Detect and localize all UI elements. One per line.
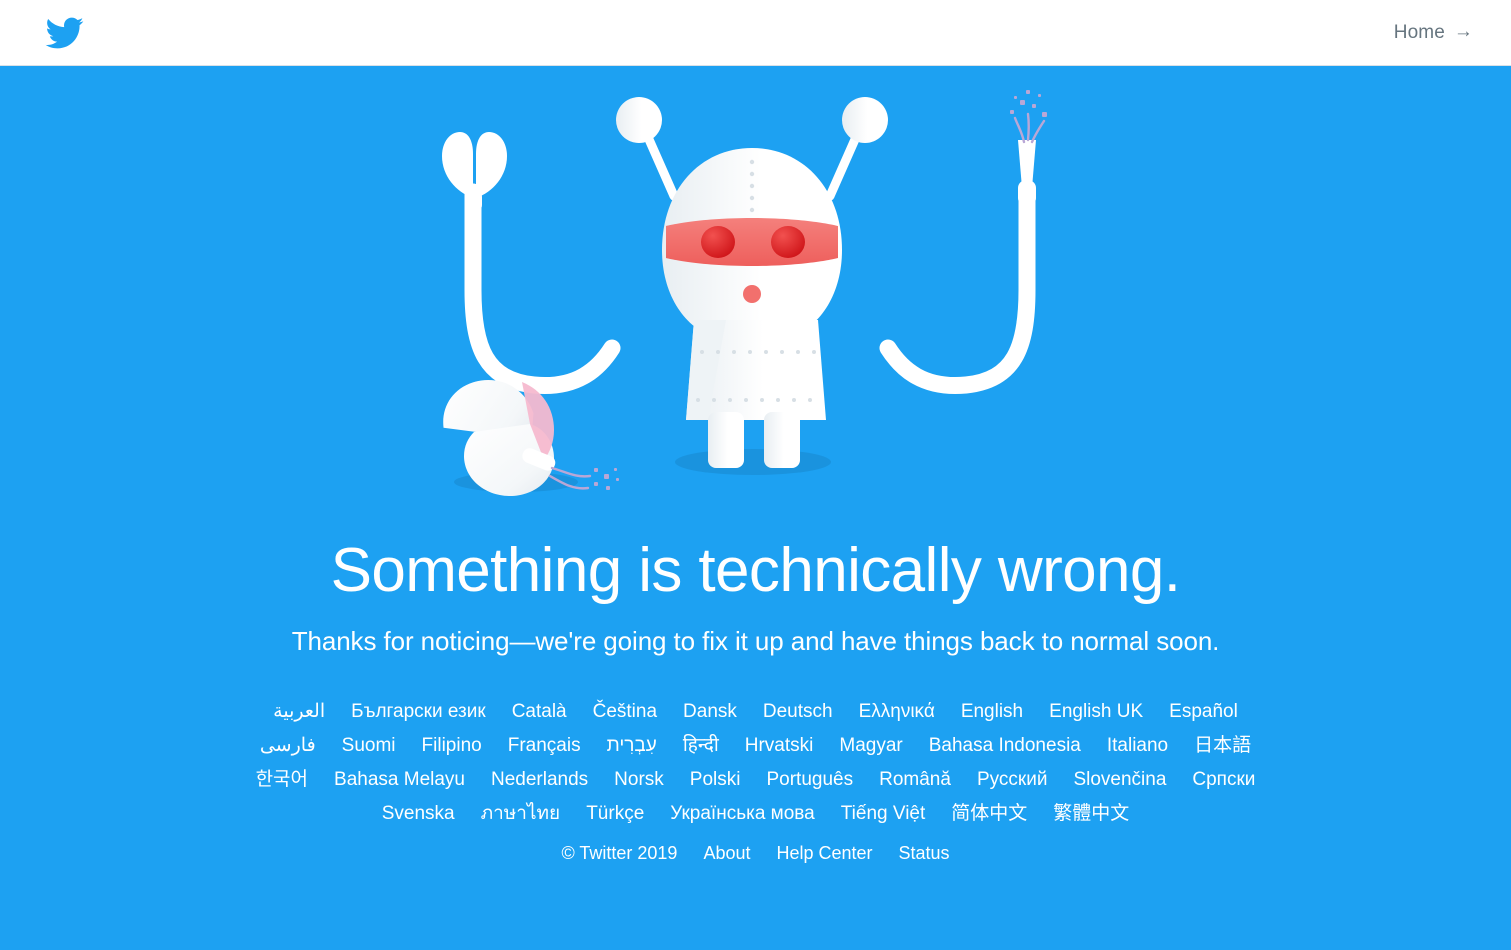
arm-left-claw (441, 132, 620, 395)
page-footer: © Twitter 2019 About Help Center Status (548, 838, 962, 868)
eye-left (700, 226, 735, 258)
language-link[interactable]: Deutsch (750, 695, 846, 729)
page-header: Home → (0, 0, 1511, 66)
sphere-spark-dots (593, 468, 619, 490)
robot-torso (685, 320, 826, 420)
language-link[interactable]: Magyar (826, 729, 915, 763)
language-link[interactable]: Bahasa Melayu (321, 763, 478, 797)
arrow-right-icon: → (1453, 21, 1473, 42)
language-link[interactable]: Čeština (580, 695, 670, 729)
twitter-bird-icon (40, 13, 88, 53)
language-link[interactable]: English UK (1036, 695, 1156, 729)
leg-left (707, 412, 744, 468)
frayed-strands (1013, 112, 1045, 144)
language-link[interactable]: Српски (1179, 763, 1268, 797)
twitter-logo-link[interactable] (40, 13, 88, 53)
language-link[interactable]: Polski (677, 763, 754, 797)
language-link[interactable]: 日本語 (1181, 729, 1264, 763)
broken-robot-illustration (426, 80, 1086, 520)
language-link[interactable]: Български език (338, 695, 499, 729)
language-link[interactable]: Bahasa Indonesia (916, 729, 1094, 763)
visor (665, 218, 838, 266)
language-link[interactable]: Dansk (670, 695, 750, 729)
language-link[interactable]: Suomi (329, 729, 409, 763)
language-link[interactable]: Català (499, 695, 580, 729)
language-link[interactable]: Português (753, 763, 866, 797)
language-link[interactable]: Italiano (1094, 729, 1181, 763)
language-link[interactable]: Français (495, 729, 594, 763)
language-link[interactable]: Українська мова (657, 797, 828, 831)
language-link[interactable]: हिन्दी (670, 729, 732, 763)
language-link[interactable]: Norsk (601, 763, 677, 797)
language-link[interactable]: فارسی (247, 729, 329, 763)
language-list: العربية Български език Català Čeština Da… (236, 695, 1276, 831)
language-link[interactable]: ภาษาไทย (468, 797, 574, 831)
home-link-label: Home (1393, 21, 1445, 43)
footer-link-status[interactable]: Status (886, 838, 963, 868)
page-subtitle: Thanks for noticing—we're going to fix i… (291, 625, 1220, 656)
language-link[interactable]: Slovenčina (1060, 763, 1179, 797)
mouth (742, 285, 761, 303)
language-link[interactable]: Tiếng Việt (828, 797, 939, 831)
language-link[interactable]: English (948, 695, 1036, 729)
language-link[interactable]: Español (1156, 695, 1251, 729)
language-link[interactable]: Hrvatski (732, 729, 827, 763)
leg-right (763, 412, 800, 468)
language-link[interactable]: Nederlands (478, 763, 601, 797)
footer-link-help-center[interactable]: Help Center (763, 838, 885, 868)
language-link[interactable]: Türkçe (573, 797, 657, 831)
language-link[interactable]: Svenska (369, 797, 468, 831)
cracked-sphere (442, 379, 619, 496)
copyright-text: © Twitter 2019 (561, 842, 678, 863)
robot-head (661, 148, 842, 338)
language-link[interactable]: עִבְרִית (594, 729, 670, 763)
language-link[interactable]: Filipino (409, 729, 495, 763)
language-link[interactable]: Русский (964, 763, 1061, 797)
language-link[interactable]: العربية (260, 695, 338, 729)
language-link[interactable]: Ελληνικά (846, 695, 948, 729)
error-stage: Something is technically wrong. Thanks f… (0, 66, 1511, 950)
language-link[interactable]: 한국어 (243, 763, 321, 797)
page-title: Something is technically wrong. (330, 536, 1181, 605)
eye-right (770, 226, 805, 258)
language-link[interactable]: 繁體中文 (1040, 797, 1142, 831)
arm-right-frayed-wire (879, 90, 1047, 395)
language-link[interactable]: Română (866, 763, 964, 797)
language-link[interactable]: 简体中文 (938, 797, 1040, 831)
home-link[interactable]: Home → (1390, 16, 1477, 50)
footer-link-about[interactable]: About (690, 838, 763, 868)
